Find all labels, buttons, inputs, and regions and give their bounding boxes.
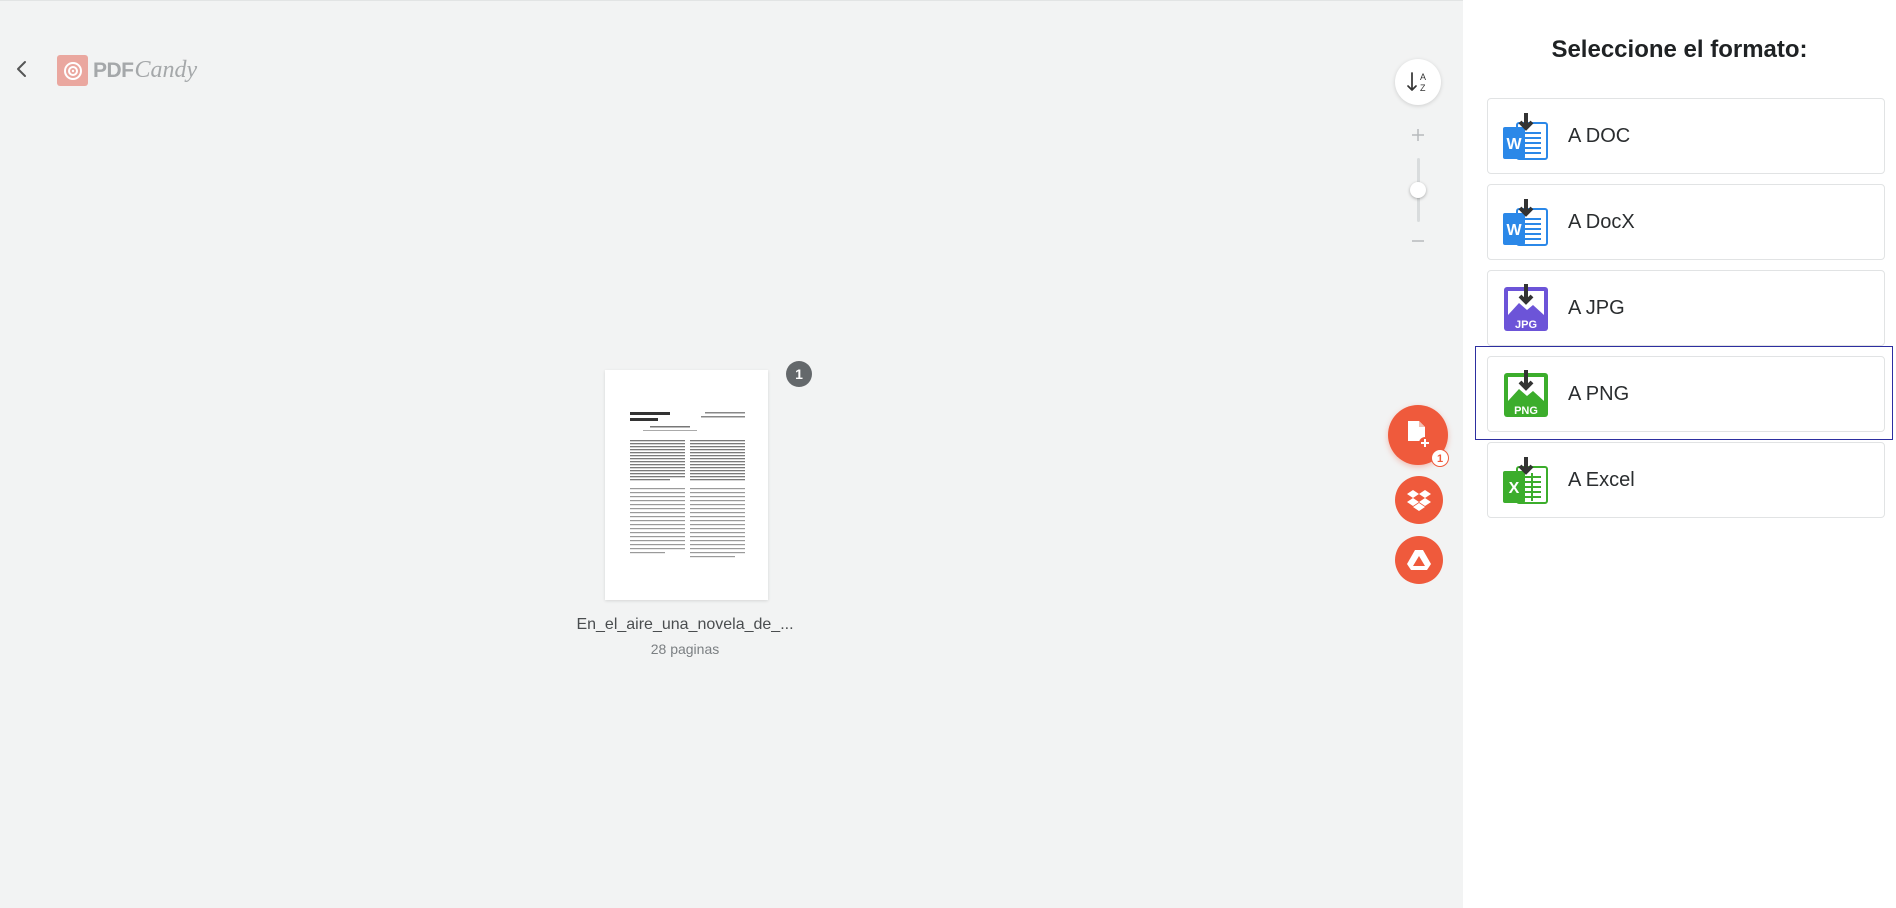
google-drive-button[interactable] (1395, 536, 1443, 584)
word-download-icon: W (1503, 113, 1548, 160)
format-option-png[interactable]: PNG A PNG (1487, 356, 1885, 432)
format-option-docx[interactable]: W A DocX (1487, 184, 1885, 260)
sort-az-icon: A Z (1407, 72, 1426, 93)
svg-text:W: W (1506, 136, 1522, 153)
format-label: A PNG (1568, 382, 1630, 405)
svg-text:PNG: PNG (1514, 405, 1538, 417)
logo-text-candy: Candy (134, 57, 198, 83)
pdfcandy-logo[interactable]: PDF Candy (57, 55, 197, 86)
format-label: A Excel (1568, 468, 1635, 491)
format-label: A JPG (1568, 296, 1625, 319)
format-label: A DOC (1568, 124, 1631, 147)
format-option-jpg[interactable]: JPG A JPG (1487, 270, 1885, 346)
dropbox-button[interactable] (1395, 476, 1443, 524)
format-panel: Seleccione el formato: W A DOC W A DocX … (1463, 0, 1896, 908)
svg-text:A: A (1420, 72, 1426, 82)
excel-download-icon: X (1503, 457, 1548, 504)
format-label: A DocX (1568, 210, 1635, 233)
format-option-doc[interactable]: W A DOC (1487, 98, 1885, 174)
svg-text:Z: Z (1420, 83, 1426, 93)
workspace: PDF Candy A Z 1 En_el_aire_una_novela_de… (0, 0, 1463, 908)
document-page-preview (630, 412, 745, 558)
svg-text:X: X (1509, 480, 1520, 497)
logo-text-pdf: PDF (93, 58, 134, 82)
format-option-excel[interactable]: X A Excel (1487, 442, 1885, 518)
candy-logo-icon (57, 55, 88, 86)
chevron-left-icon (17, 61, 26, 77)
dropbox-icon (1407, 490, 1431, 511)
google-drive-icon (1407, 550, 1431, 570)
png-download-icon: PNG (1504, 370, 1548, 417)
page-count-badge: 1 (786, 361, 812, 387)
zoom-in-button[interactable] (1408, 125, 1428, 145)
panel-title: Seleccione el formato: (1551, 36, 1808, 63)
jpg-download-icon: JPG (1504, 284, 1548, 331)
sort-az-button[interactable]: A Z (1395, 59, 1441, 105)
back-button[interactable] (10, 57, 34, 81)
word-download-icon: W (1503, 199, 1548, 246)
svg-text:W: W (1506, 222, 1522, 239)
zoom-slider-thumb[interactable] (1410, 182, 1426, 198)
file-name: En_el_aire_una_novela_de_... (576, 616, 794, 633)
svg-text:JPG: JPG (1515, 319, 1537, 331)
add-file-icon (1408, 421, 1431, 449)
plus-icon (1412, 129, 1424, 141)
minus-icon (1412, 240, 1424, 242)
pdf-thumbnail[interactable] (605, 370, 768, 600)
added-files-count-badge: 1 (1431, 449, 1449, 467)
file-page-count: 28 paginas (650, 641, 720, 657)
zoom-out-button[interactable] (1408, 231, 1428, 251)
